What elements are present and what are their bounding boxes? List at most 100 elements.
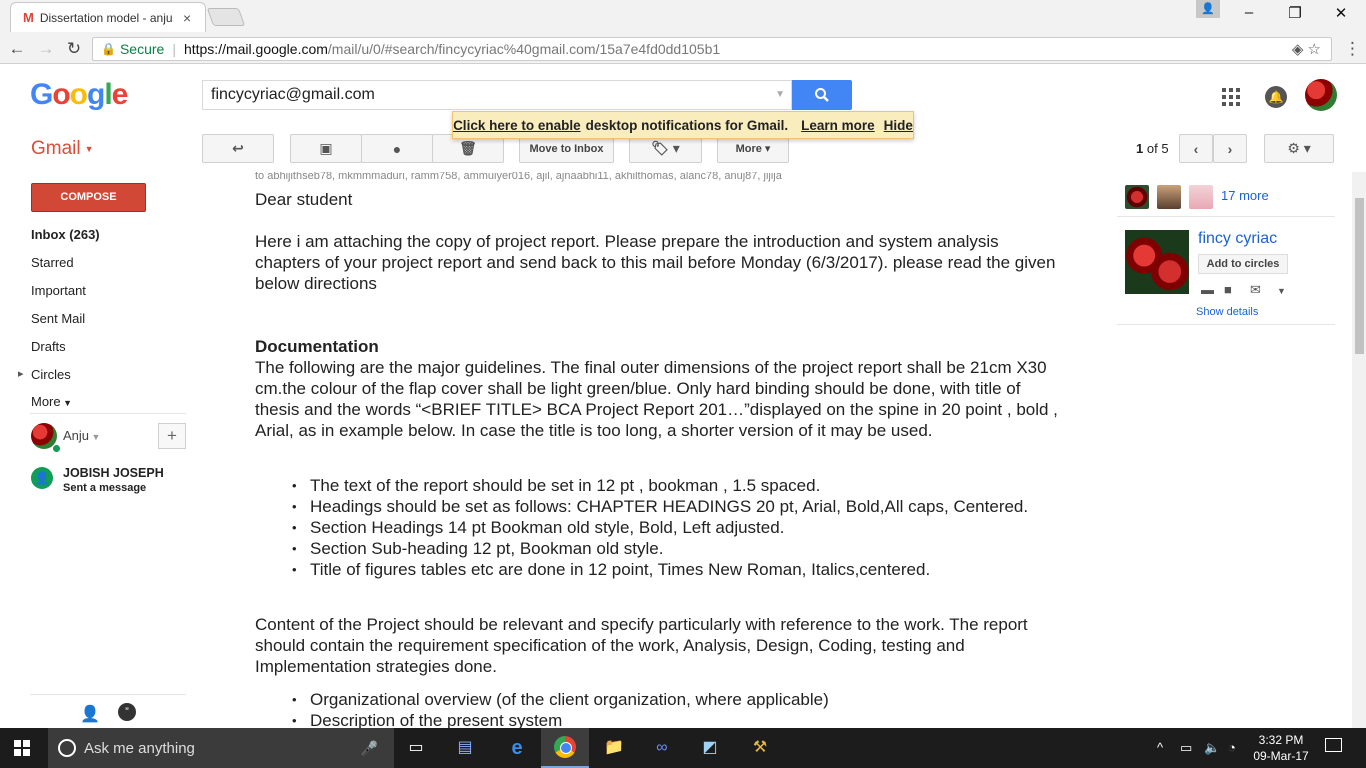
report-spam-button[interactable]: ●	[361, 134, 433, 163]
sidebar-item-circles[interactable]: Circles	[18, 367, 71, 382]
forward-icon[interactable]: →	[35, 39, 57, 59]
scrollbar-thumb[interactable]	[1355, 198, 1364, 354]
show-details-link[interactable]: Show details	[1196, 306, 1258, 318]
contact-photo[interactable]	[1125, 230, 1189, 294]
participant-avatar[interactable]	[1189, 185, 1213, 209]
enable-notifications-link[interactable]: Click here to enable	[453, 118, 581, 133]
video-call-icon[interactable]: ■	[1224, 282, 1232, 297]
account-avatar[interactable]	[1305, 79, 1337, 111]
chevron-down-icon[interactable]: ▼	[1277, 286, 1286, 296]
tools-app-icon[interactable]: ⚒	[748, 736, 772, 760]
edge-browser-icon[interactable]: e	[505, 736, 529, 760]
restore-icon[interactable]: ❐	[1280, 4, 1310, 22]
chat-contact-name[interactable]: JOBISH JOSEPH	[63, 466, 164, 480]
documentation-heading: Documentation	[255, 337, 379, 356]
hangouts-contact-icon: 👤	[31, 467, 53, 489]
me-name-label: Anju	[63, 428, 90, 443]
gmail-icon: M	[23, 10, 34, 25]
sidebar-item-important[interactable]: Important	[31, 283, 86, 298]
browser-tab[interactable]: M Dissertation model - anju ×	[10, 2, 206, 32]
chrome-icon[interactable]	[554, 736, 576, 758]
infinity-app-icon[interactable]: ∞	[650, 736, 674, 760]
sidebar-more-label: More	[31, 394, 61, 409]
hangouts-quote-icon[interactable]: ”	[118, 703, 136, 721]
browser-menu-icon[interactable]: ⋮	[1344, 39, 1361, 59]
search-options-icon[interactable]: ▼	[775, 89, 785, 100]
page-scrollbar[interactable]	[1352, 172, 1366, 728]
notebook-app-icon[interactable]: ◩	[698, 736, 722, 760]
sidebar-item-starred[interactable]: Starred	[31, 255, 74, 270]
google-logo[interactable]: Google	[30, 78, 128, 112]
more-label: More	[735, 142, 762, 155]
hide-link[interactable]: Hide	[884, 118, 913, 133]
list-item: Section Headings 14 pt Bookman old style…	[292, 517, 1070, 538]
contact-name[interactable]: fincy cyriac	[1198, 230, 1277, 248]
file-explorer-icon[interactable]: 📁	[602, 736, 626, 760]
action-center-icon[interactable]	[1325, 738, 1342, 752]
cortana-search-box[interactable]: Ask me anything 🎤	[48, 728, 394, 768]
microphone-icon[interactable]: 🎤	[361, 740, 378, 757]
add-to-circles-button[interactable]: Add to circles	[1198, 254, 1288, 274]
search-input[interactable]: fincycyriac@gmail.com ▼	[202, 80, 792, 110]
lock-icon: 🔒	[101, 42, 116, 56]
back-icon[interactable]: ←	[6, 39, 28, 59]
participant-avatar[interactable]	[1157, 185, 1181, 209]
desktop-notification-banner: Click here to enable desktop notificatio…	[452, 111, 914, 139]
clock-time: 3:32 PM	[1258, 733, 1304, 747]
wifi-icon[interactable]: ◔	[1228, 740, 1236, 755]
online-status-icon	[52, 444, 61, 453]
new-tab-button[interactable]	[206, 8, 246, 26]
trash-icon: 🗑	[459, 140, 477, 156]
url-field[interactable]: 🔒 Secure | https://mail.google.com/mail/…	[92, 37, 1332, 61]
sidebar-divider	[30, 413, 186, 414]
clock-date: 09-Mar-17	[1253, 749, 1309, 763]
reload-icon[interactable]: ↻	[63, 39, 85, 59]
task-view-icon[interactable]: ▭	[404, 736, 428, 760]
computer-app-icon[interactable]: ▤	[453, 736, 477, 760]
archive-button[interactable]: ▣	[290, 134, 362, 163]
bookmark-star-icon[interactable]: ◈ ☆	[1292, 40, 1321, 58]
windows-taskbar: Ask me anything 🎤 ▭ ▤ e 📁 ∞ ◩ ⚒ ^ ▭ 🔈 ◔ …	[0, 728, 1366, 768]
newer-button[interactable]: ‹	[1179, 134, 1213, 163]
sidebar-item-drafts[interactable]: Drafts	[31, 339, 66, 354]
pager-text: 1 of 5	[1136, 141, 1169, 156]
settings-button[interactable]: ⚙ ▾	[1264, 134, 1334, 163]
label-tag-icon: 🏷 ▾	[651, 140, 680, 156]
cortana-placeholder: Ask me anything	[84, 739, 195, 757]
tab-title: Dissertation model - anju	[39, 10, 173, 25]
list-item: Title of figures tables etc are done in …	[292, 559, 1070, 580]
show-hidden-icons[interactable]: ^	[1157, 740, 1163, 755]
older-button[interactable]: ›	[1213, 134, 1247, 163]
apps-grid-icon[interactable]	[1222, 88, 1240, 106]
person-icon[interactable]: 👤	[80, 704, 100, 724]
minimize-icon[interactable]: –	[1234, 4, 1264, 21]
sidebar-item-inbox[interactable]: Inbox (263)	[31, 227, 100, 242]
more-people-link[interactable]: 17 more	[1221, 188, 1269, 203]
gmail-menu[interactable]: Gmail ▼	[31, 138, 94, 160]
back-to-search-button[interactable]: ↩	[202, 134, 274, 163]
close-window-icon[interactable]: ✕	[1326, 4, 1356, 22]
sidebar-item-sent[interactable]: Sent Mail	[31, 311, 85, 326]
archive-icon: ▣	[319, 140, 333, 156]
email-icon[interactable]: ✉	[1250, 282, 1261, 298]
participant-avatar[interactable]	[1125, 185, 1149, 209]
system-clock[interactable]: 3:32 PM 09-Mar-17	[1250, 732, 1312, 764]
me-name[interactable]: Anju ▼	[63, 428, 100, 443]
browser-tabstrip: M Dissertation model - anju × 👤 – ❐ ✕	[0, 0, 1366, 34]
volume-icon[interactable]: 🔈	[1204, 740, 1220, 756]
message-contact-icon[interactable]: ▬	[1201, 282, 1214, 297]
new-chat-button[interactable]: +	[158, 423, 186, 449]
gear-icon: ⚙ ▾	[1287, 140, 1311, 156]
learn-more-link[interactable]: Learn more	[801, 118, 875, 133]
battery-icon[interactable]: ▭	[1180, 740, 1192, 756]
close-tab-icon[interactable]: ×	[183, 10, 197, 26]
profile-icon[interactable]: 👤	[1196, 0, 1220, 18]
gmail-label: Gmail	[31, 138, 81, 159]
notifications-bell-icon[interactable]: 🔔	[1265, 86, 1287, 108]
compose-button[interactable]: COMPOSE	[31, 183, 146, 212]
back-arrow-icon: ↩	[232, 140, 244, 156]
sidebar-item-more[interactable]: More ▼	[31, 394, 72, 409]
windows-start-icon[interactable]	[14, 740, 30, 756]
contact-panel: 17 more fincy cyriac Add to circles ▬ ■ …	[1117, 172, 1337, 728]
search-button[interactable]	[792, 80, 852, 110]
